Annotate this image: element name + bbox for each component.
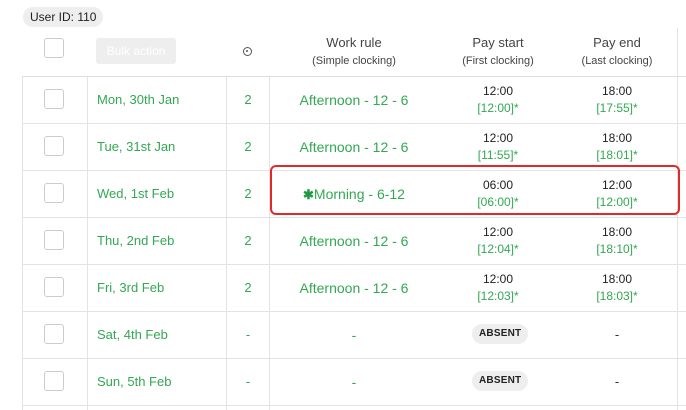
work-rule-cell[interactable]: Afternoon - 12 - 6 — [270, 280, 438, 296]
table-row[interactable]: Mon, 30th Jan 2 Afternoon - 12 - 6 12:00… — [22, 77, 686, 124]
table-row[interactable]: Tue, 31st Jan 2 Afternoon - 12 - 6 12:00… — [22, 124, 686, 171]
pay-end-scheduled: 12:00 — [601, 178, 633, 192]
select-all-checkbox[interactable] — [44, 38, 64, 58]
work-rule-title: Work rule — [326, 35, 382, 50]
work-rule-label: Morning - 6-12 — [313, 186, 405, 202]
pay-end-clocked: [18:10]* — [596, 242, 638, 256]
clocking-count[interactable]: 2 — [228, 186, 268, 201]
pay-end-cell[interactable]: - — [569, 374, 665, 389]
column-divider — [226, 77, 227, 410]
row-date[interactable]: Mon, 30th Jan — [97, 92, 179, 107]
row-checkbox[interactable] — [44, 324, 64, 344]
row-checkbox[interactable] — [44, 183, 64, 203]
work-rule-cell[interactable]: Afternoon - 12 - 6 — [270, 92, 438, 108]
pay-end-title: Pay end — [593, 35, 641, 50]
pay-start-clocked: [12:03]* — [477, 289, 519, 303]
pay-end-cell[interactable]: 18:00 [18:03]* — [569, 271, 665, 305]
clocking-count[interactable]: - — [228, 374, 268, 389]
clocking-count[interactable]: 2 — [228, 92, 268, 107]
absent-badge: ABSENT — [472, 324, 529, 344]
clocking-count[interactable]: 2 — [228, 233, 268, 248]
column-divider — [87, 77, 88, 410]
column-divider — [677, 28, 678, 410]
pay-start-cell[interactable]: 12:00 [12:03]* — [450, 271, 546, 305]
table-row[interactable]: Sun, 5th Feb - - ABSENT - — [22, 359, 686, 406]
pay-end-header: Pay end (Last clocking) — [569, 35, 665, 67]
pay-start-scheduled: 12:00 — [482, 272, 514, 286]
pay-end-scheduled: 18:00 — [601, 272, 633, 286]
row-date[interactable]: Wed, 1st Feb — [97, 186, 174, 201]
pay-start-cell[interactable]: 12:00 [12:04]* — [450, 224, 546, 258]
pay-start-clocked: [11:55]* — [477, 148, 519, 162]
table-row[interactable]: Wed, 1st Feb 2 ✱Morning - 6-12 06:00 [06… — [22, 171, 686, 218]
row-checkbox[interactable] — [44, 371, 64, 391]
pay-end-subtitle: (Last clocking) — [581, 55, 653, 67]
absent-badge: ABSENT — [472, 371, 529, 391]
column-divider — [22, 77, 23, 410]
pay-start-cell[interactable]: 06:00 [06:00]* — [450, 177, 546, 211]
row-date[interactable]: Sun, 5th Feb — [97, 374, 171, 389]
table-row[interactable]: Thu, 2nd Feb 2 Afternoon - 12 - 6 12:00 … — [22, 218, 686, 265]
work-rule-cell[interactable]: - — [270, 374, 438, 390]
row-date[interactable]: Thu, 2nd Feb — [97, 233, 174, 248]
pay-start-title: Pay start — [472, 35, 524, 50]
pay-end-scheduled: 18:00 — [601, 225, 633, 239]
clock-icon — [243, 47, 252, 56]
pay-end-cell[interactable]: 18:00 [18:01]* — [569, 130, 665, 164]
timesheet-table: Bulk action Work rule (Simple clocking) … — [22, 28, 686, 410]
pay-end-cell[interactable]: 18:00 [17:55]* — [569, 83, 665, 117]
work-rule-cell[interactable]: Afternoon - 12 - 6 — [270, 233, 438, 249]
pay-start-clocked: [12:00]* — [477, 101, 519, 115]
row-checkbox[interactable] — [44, 277, 64, 297]
timesheet-page: User ID: 110 Bulk action Work rule (Simp… — [0, 0, 686, 410]
work-rule-subtitle: (Simple clocking) — [312, 55, 396, 67]
pay-start-scheduled: 12:00 — [482, 225, 514, 239]
work-rule-cell[interactable]: ✱Morning - 6-12 — [270, 186, 438, 203]
pay-end-clocked: [18:01]* — [596, 148, 638, 162]
pay-start-clocked: [06:00]* — [477, 195, 519, 209]
row-checkbox[interactable] — [44, 89, 64, 109]
row-checkbox[interactable] — [44, 136, 64, 156]
row-checkbox[interactable] — [44, 230, 64, 250]
pay-start-header: Pay start (First clocking) — [450, 35, 546, 67]
row-date[interactable]: Tue, 31st Jan — [97, 139, 175, 154]
pay-start-subtitle: (First clocking) — [462, 55, 534, 67]
work-rule-cell[interactable]: - — [270, 327, 438, 343]
asterisk-icon: ✱ — [303, 187, 314, 202]
row-date[interactable]: Fri, 3rd Feb — [97, 280, 164, 295]
table-row[interactable]: Sat, 4th Feb - - ABSENT - — [22, 312, 686, 359]
pay-start-scheduled: 12:00 — [482, 84, 514, 98]
pay-start-scheduled: 12:00 — [482, 131, 514, 145]
pay-end-clocked: [12:00]* — [596, 195, 638, 209]
pay-start-clocked: [12:04]* — [477, 242, 519, 256]
pay-start-cell[interactable]: 12:00 [12:00]* — [450, 83, 546, 117]
pay-start-scheduled: 06:00 — [482, 178, 514, 192]
clocking-count[interactable]: 2 — [228, 280, 268, 295]
pay-end-cell[interactable]: 12:00 [12:00]* — [569, 177, 665, 211]
pay-start-cell[interactable]: 12:00 [11:55]* — [450, 130, 546, 164]
pay-end-clocked: [18:03]* — [596, 289, 638, 303]
user-id-badge: User ID: 110 — [23, 7, 104, 27]
pay-end-scheduled: 18:00 — [601, 131, 633, 145]
table-header: Bulk action Work rule (Simple clocking) … — [22, 28, 686, 77]
bulk-action-button[interactable]: Bulk action — [96, 38, 176, 64]
row-date[interactable]: Sat, 4th Feb — [97, 327, 168, 342]
column-divider — [269, 77, 270, 410]
table-row[interactable]: Fri, 3rd Feb 2 Afternoon - 12 - 6 12:00 … — [22, 265, 686, 312]
work-rule-header: Work rule (Simple clocking) — [270, 35, 438, 67]
pay-end-cell[interactable]: 18:00 [18:10]* — [569, 224, 665, 258]
clocking-count[interactable]: - — [228, 327, 268, 342]
pay-end-scheduled: 18:00 — [601, 84, 633, 98]
work-rule-cell[interactable]: Afternoon - 12 - 6 — [270, 139, 438, 155]
pay-end-cell[interactable]: - — [569, 327, 665, 342]
clocking-count[interactable]: 2 — [228, 139, 268, 154]
pay-end-clocked: [17:55]* — [596, 101, 638, 115]
